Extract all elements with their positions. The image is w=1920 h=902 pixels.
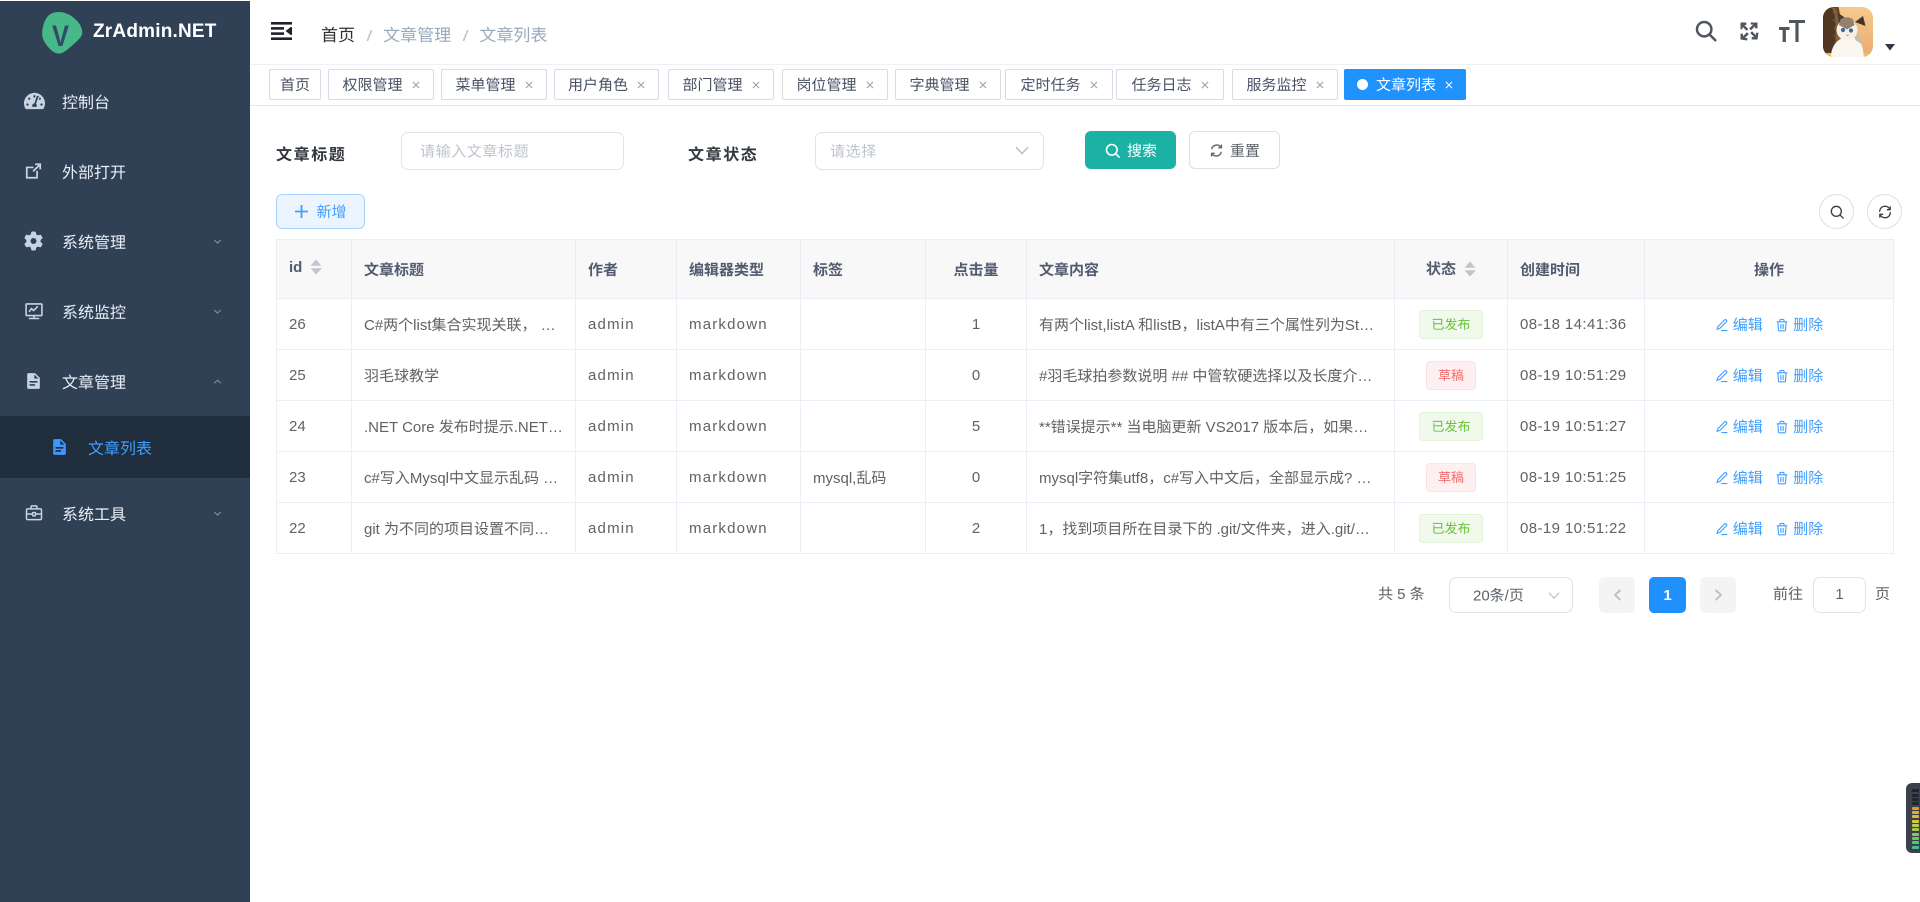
svg-text:V: V — [52, 20, 69, 53]
